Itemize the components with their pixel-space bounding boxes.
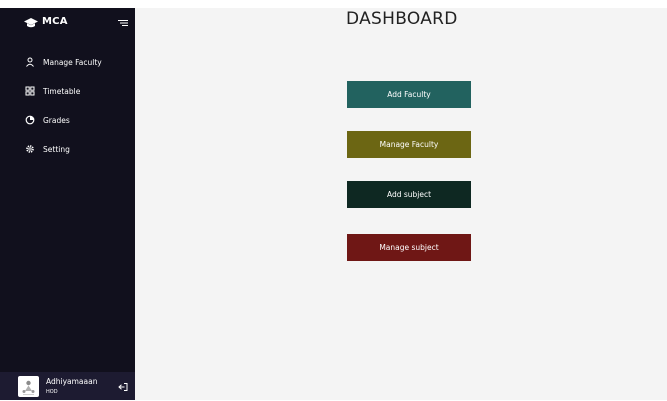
- pie-chart-icon: [25, 115, 35, 125]
- grid-icon: [25, 86, 35, 96]
- app-page: MCA Manage Faculty Timetable Grades Sett…: [0, 8, 667, 400]
- sidebar-item-label: Setting: [43, 144, 70, 154]
- avatar: [18, 376, 39, 397]
- profile-section: Adhiyamaaan HOD: [0, 372, 135, 400]
- gear-icon: [26, 145, 34, 153]
- profile-role: HOD: [46, 389, 58, 395]
- add-faculty-button[interactable]: Add Faculty: [347, 81, 471, 108]
- sidebar-item-label: Grades: [43, 115, 70, 125]
- graduation-cap-icon: [24, 18, 38, 28]
- sidebar-item-timetable[interactable]: Timetable: [20, 81, 130, 101]
- sidebar-item-label: Manage Faculty: [43, 57, 102, 67]
- menu-toggle-icon[interactable]: [118, 18, 128, 28]
- profile-name: Adhiyamaaan: [46, 377, 98, 386]
- sidebar-item-setting[interactable]: Setting: [20, 139, 130, 159]
- add-subject-button[interactable]: Add subject: [347, 181, 471, 208]
- page-title: DASHBOARD: [346, 9, 458, 29]
- brand-name: MCA: [42, 16, 68, 27]
- avatar-illustration: [22, 380, 35, 395]
- brand: MCA: [0, 8, 135, 40]
- sidebar-item-manage-faculty[interactable]: Manage Faculty: [20, 52, 130, 72]
- sidebar-item-grades[interactable]: Grades: [20, 110, 130, 130]
- sidebar-item-label: Timetable: [43, 86, 81, 96]
- logout-icon[interactable]: [118, 382, 128, 392]
- sidebar: MCA Manage Faculty Timetable Grades Sett…: [0, 8, 135, 400]
- manage-subject-button[interactable]: Manage subject: [347, 234, 471, 261]
- user-icon: [26, 57, 34, 67]
- manage-faculty-button[interactable]: Manage Faculty: [347, 131, 471, 158]
